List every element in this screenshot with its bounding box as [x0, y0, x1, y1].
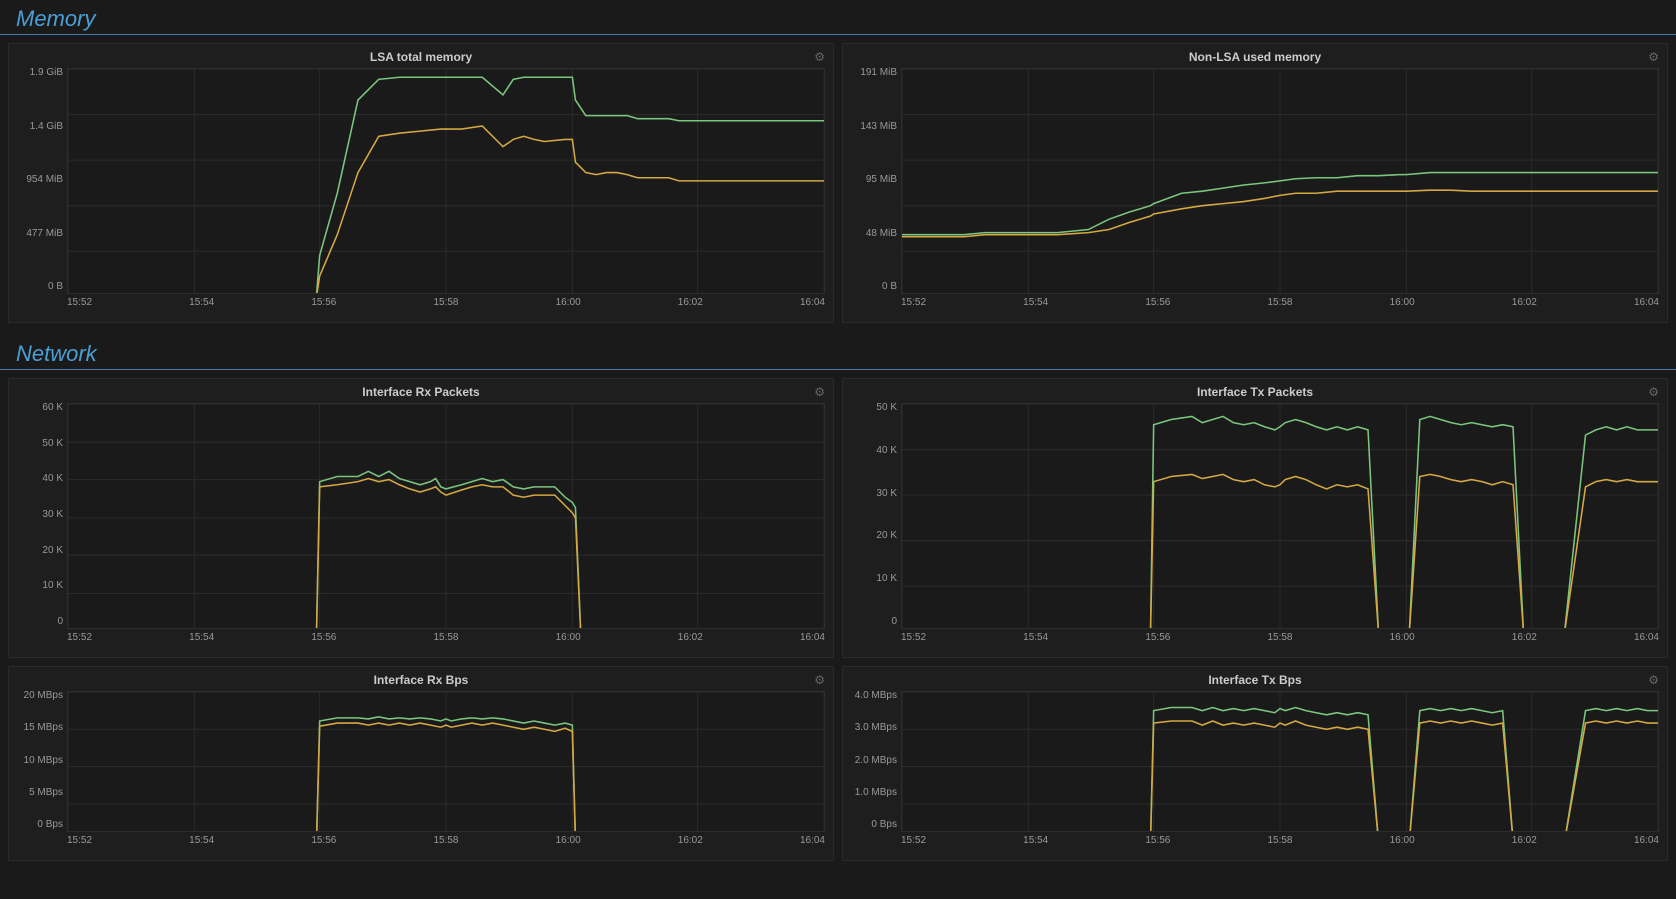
network-title: Network — [16, 341, 97, 366]
y-label: 0 B — [843, 282, 901, 292]
rx-bps-y-axis: 20 MBps 15 MBps 10 MBps 5 MBps 0 Bps — [9, 691, 67, 832]
rx-packets-svg — [68, 404, 824, 629]
interface-tx-packets-gear-icon[interactable]: ⚙ — [1648, 385, 1659, 399]
interface-rx-bps-title: Interface Rx Bps — [9, 667, 833, 691]
y-label: 30 K — [9, 510, 67, 520]
y-label: 50 K — [9, 439, 67, 449]
y-label: 60 K — [9, 403, 67, 413]
y-label: 191 MiB — [843, 68, 901, 78]
y-label: 30 K — [843, 489, 901, 499]
non-lsa-used-memory-svg — [902, 69, 1658, 294]
y-label: 10 K — [9, 581, 67, 591]
y-label: 10 MBps — [9, 756, 67, 766]
tx-packets-x-axis: 15:52 15:54 15:56 15:58 16:00 16:02 16:0… — [901, 629, 1659, 653]
rx-bps-x-axis: 15:52 15:54 15:56 15:58 16:00 16:02 16:0… — [67, 832, 825, 856]
y-label: 20 K — [9, 546, 67, 556]
y-label: 4.0 MBps — [843, 691, 901, 701]
y-label: 20 MBps — [9, 691, 67, 701]
non-lsa-used-memory-gear-icon[interactable]: ⚙ — [1648, 50, 1659, 64]
interface-rx-packets-chart: Interface Rx Packets ⚙ 60 K 50 K 40 K 30… — [8, 378, 834, 658]
interface-tx-bps-chart: Interface Tx Bps ⚙ 4.0 MBps 3.0 MBps 2.0… — [842, 666, 1668, 861]
rx-packets-y-axis: 60 K 50 K 40 K 30 K 20 K 10 K 0 — [9, 403, 67, 629]
y-label: 0 Bps — [9, 820, 67, 830]
y-label: 3.0 MBps — [843, 723, 901, 733]
y-label: 477 MiB — [9, 229, 67, 239]
tx-bps-x-axis: 15:52 15:54 15:56 15:58 16:00 16:02 16:0… — [901, 832, 1659, 856]
lsa-y-axis: 1.9 GiB 1.4 GiB 954 MiB 477 MiB 0 B — [9, 68, 67, 294]
y-label: 40 K — [9, 474, 67, 484]
y-label: 10 K — [843, 574, 901, 584]
interface-rx-bps-gear-icon[interactable]: ⚙ — [814, 673, 825, 687]
y-label: 1.9 GiB — [9, 68, 67, 78]
non-lsa-used-memory-chart: Non-LSA used memory ⚙ 191 MiB 143 MiB 95… — [842, 43, 1668, 323]
memory-charts-row: LSA total memory ⚙ 1.9 GiB 1.4 GiB 954 M… — [0, 43, 1676, 331]
lsa-total-memory-svg — [68, 69, 824, 294]
interface-tx-packets-chart: Interface Tx Packets ⚙ 50 K 40 K 30 K 20… — [842, 378, 1668, 658]
y-label: 50 K — [843, 403, 901, 413]
interface-tx-packets-title: Interface Tx Packets — [843, 379, 1667, 403]
y-label: 954 MiB — [9, 175, 67, 185]
lsa-x-axis: 15:52 15:54 15:56 15:58 16:00 16:02 16:0… — [67, 294, 825, 318]
interface-rx-bps-chart: Interface Rx Bps ⚙ 20 MBps 15 MBps 10 MB… — [8, 666, 834, 861]
tx-packets-y-axis: 50 K 40 K 30 K 20 K 10 K 0 — [843, 403, 901, 629]
rx-packets-x-axis: 15:52 15:54 15:56 15:58 16:00 16:02 16:0… — [67, 629, 825, 653]
y-label: 143 MiB — [843, 122, 901, 132]
y-label: 20 K — [843, 531, 901, 541]
y-label: 5 MBps — [9, 788, 67, 798]
y-label: 1.0 MBps — [843, 788, 901, 798]
y-label: 95 MiB — [843, 175, 901, 185]
y-label: 48 MiB — [843, 229, 901, 239]
interface-tx-bps-title: Interface Tx Bps — [843, 667, 1667, 691]
memory-header: Memory — [0, 0, 1676, 35]
rx-bps-svg — [68, 692, 824, 832]
network-charts-row-2: Interface Rx Bps ⚙ 20 MBps 15 MBps 10 MB… — [0, 666, 1676, 869]
network-header: Network — [0, 335, 1676, 370]
y-label: 0 B — [9, 282, 67, 292]
interface-rx-packets-gear-icon[interactable]: ⚙ — [814, 385, 825, 399]
lsa-total-memory-chart: LSA total memory ⚙ 1.9 GiB 1.4 GiB 954 M… — [8, 43, 834, 323]
non-lsa-used-memory-title: Non-LSA used memory — [843, 44, 1667, 68]
network-charts-row-1: Interface Rx Packets ⚙ 60 K 50 K 40 K 30… — [0, 378, 1676, 666]
memory-section: Memory LSA total memory ⚙ 1.9 GiB 1.4 Gi… — [0, 0, 1676, 331]
y-label: 0 Bps — [843, 820, 901, 830]
tx-packets-svg — [902, 404, 1658, 629]
lsa-total-memory-title: LSA total memory — [9, 44, 833, 68]
y-label: 40 K — [843, 446, 901, 456]
non-lsa-y-axis: 191 MiB 143 MiB 95 MiB 48 MiB 0 B — [843, 68, 901, 294]
tx-bps-y-axis: 4.0 MBps 3.0 MBps 2.0 MBps 1.0 MBps 0 Bp… — [843, 691, 901, 832]
network-section: Network Interface Rx Packets ⚙ 60 K 50 K… — [0, 335, 1676, 869]
tx-bps-svg — [902, 692, 1658, 832]
y-label: 1.4 GiB — [9, 122, 67, 132]
memory-title: Memory — [16, 6, 95, 31]
y-label: 0 — [9, 617, 67, 627]
non-lsa-x-axis: 15:52 15:54 15:56 15:58 16:00 16:02 16:0… — [901, 294, 1659, 318]
y-label: 15 MBps — [9, 723, 67, 733]
lsa-total-memory-gear-icon[interactable]: ⚙ — [814, 50, 825, 64]
y-label: 0 — [843, 617, 901, 627]
y-label: 2.0 MBps — [843, 756, 901, 766]
interface-tx-bps-gear-icon[interactable]: ⚙ — [1648, 673, 1659, 687]
interface-rx-packets-title: Interface Rx Packets — [9, 379, 833, 403]
